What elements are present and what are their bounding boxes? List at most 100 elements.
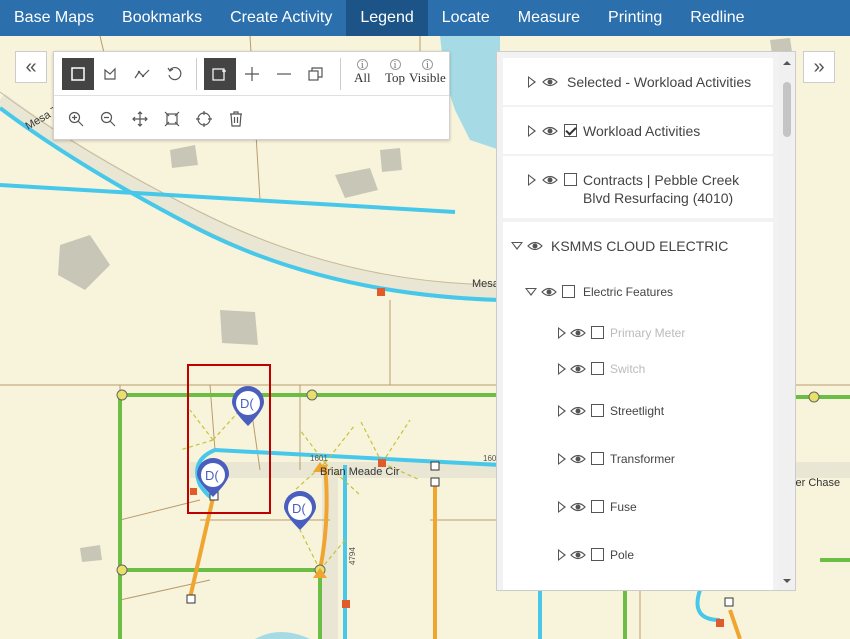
layer-checkbox[interactable] <box>591 326 604 339</box>
layer-checkbox[interactable] <box>564 173 577 186</box>
layer-checkbox[interactable] <box>591 500 604 513</box>
pan-button[interactable] <box>124 103 156 135</box>
legend-item-label: Primary Meter <box>610 326 686 340</box>
nav-legend[interactable]: Legend <box>346 0 428 36</box>
visibility-eye-icon[interactable] <box>527 240 543 252</box>
select-rectangle-button[interactable] <box>62 58 94 90</box>
info-icon: i <box>389 59 401 71</box>
visibility-eye-icon[interactable] <box>542 174 558 186</box>
visibility-eye-icon[interactable] <box>570 453 586 465</box>
minus-icon <box>277 73 291 75</box>
select-polyline-button[interactable] <box>126 58 158 90</box>
activity-marker[interactable]: D( <box>197 458 229 497</box>
activity-marker[interactable]: D( <box>284 491 316 530</box>
expand-icon[interactable] <box>558 453 566 465</box>
undo-button[interactable] <box>158 58 190 90</box>
expand-icon[interactable] <box>528 125 536 137</box>
selection-box[interactable] <box>187 364 271 514</box>
info-visible-label: Visible <box>409 70 446 85</box>
layer-checkbox[interactable] <box>564 124 577 137</box>
locate-button[interactable] <box>188 103 220 135</box>
info-visible-button[interactable]: i Visible <box>409 59 446 86</box>
legend-item-label: Switch <box>610 362 646 376</box>
expand-icon[interactable] <box>558 363 566 375</box>
legend-layer-label: Contracts | Pebble Creek Blvd Resurfacin… <box>583 172 740 206</box>
collapse-right-button[interactable]: » <box>803 51 835 83</box>
legend-item: Transformer <box>558 450 675 468</box>
expand-icon[interactable] <box>528 76 536 88</box>
zoom-out-button[interactable] <box>92 103 124 135</box>
visibility-eye-icon[interactable] <box>541 286 557 298</box>
full-extent-button[interactable] <box>156 103 188 135</box>
legend-item: Pole <box>558 546 634 564</box>
expand-icon[interactable] <box>558 549 566 561</box>
legend-scrollbar[interactable] <box>779 52 795 590</box>
collapse-icon[interactable] <box>511 242 523 250</box>
legend-layer-label: Workload Activities <box>583 123 701 139</box>
zoom-in-button[interactable] <box>60 103 92 135</box>
nav-redline[interactable]: Redline <box>676 0 758 36</box>
scroll-down-icon[interactable] <box>779 576 795 586</box>
collapse-icon[interactable] <box>525 288 537 296</box>
pan-icon <box>132 111 148 127</box>
info-top-button[interactable]: i Top <box>385 59 405 86</box>
visibility-eye-icon[interactable] <box>570 363 586 375</box>
full-extent-icon <box>164 111 180 127</box>
collapse-left-button[interactable]: « <box>15 51 47 83</box>
visibility-eye-icon[interactable] <box>570 501 586 513</box>
plus-icon <box>245 67 259 81</box>
add-selection-icon <box>212 68 226 81</box>
layer-checkbox[interactable] <box>591 404 604 417</box>
legend-panel[interactable]: Selected - Workload Activities Workload … <box>496 51 796 591</box>
top-nav: Base Maps Bookmarks Create Activity Lege… <box>0 0 850 36</box>
zoom-in-icon <box>68 111 84 127</box>
parcel-number: 4794 <box>348 547 357 565</box>
activity-marker[interactable]: D( <box>232 386 264 426</box>
remove-from-selection-button[interactable] <box>268 58 300 90</box>
legend-item: Primary Meter <box>558 324 685 342</box>
visibility-eye-icon[interactable] <box>542 76 558 88</box>
expand-icon[interactable] <box>558 501 566 513</box>
nav-measure[interactable]: Measure <box>504 0 594 36</box>
marker-label: D( <box>240 396 254 411</box>
scroll-thumb[interactable] <box>783 82 791 137</box>
legend-layer-contracts: Contracts | Pebble Creek Blvd Resurfacin… <box>503 156 773 218</box>
locate-icon <box>196 111 212 127</box>
legend-item: Fuse <box>558 498 637 516</box>
toolbar-row-select: i All i Top i Visible <box>54 52 449 96</box>
info-all-button[interactable]: i All <box>354 59 371 86</box>
street-label-river-chase: ver Chase <box>790 477 840 489</box>
scroll-up-icon[interactable] <box>779 58 795 68</box>
layer-checkbox[interactable] <box>591 362 604 375</box>
water-body <box>255 632 310 639</box>
nav-printing[interactable]: Printing <box>594 0 676 36</box>
layer-checkbox[interactable] <box>562 285 575 298</box>
marker-label: D( <box>292 501 306 516</box>
visibility-eye-icon[interactable] <box>570 327 586 339</box>
nav-bookmarks[interactable]: Bookmarks <box>108 0 216 36</box>
expand-icon[interactable] <box>558 327 566 339</box>
layers-button[interactable] <box>300 58 332 90</box>
legend-item: Streetlight <box>558 402 664 420</box>
marker-label: D( <box>205 468 219 483</box>
add-selection-button[interactable] <box>204 58 236 90</box>
layer-checkbox[interactable] <box>591 548 604 561</box>
select-polygon-button[interactable] <box>94 58 126 90</box>
legend-item-label: Streetlight <box>610 404 665 418</box>
layer-checkbox[interactable] <box>591 452 604 465</box>
nav-create-activity[interactable]: Create Activity <box>216 0 346 36</box>
expand-icon[interactable] <box>528 174 536 186</box>
toolbar-divider <box>340 58 341 90</box>
nav-base-maps[interactable]: Base Maps <box>0 0 108 36</box>
nav-locate[interactable]: Locate <box>428 0 504 36</box>
add-to-selection-button[interactable] <box>236 58 268 90</box>
clear-button[interactable] <box>220 103 252 135</box>
legend-group-ksmms: KSMMS CLOUD ELECTRIC Electric Features P… <box>503 222 773 590</box>
visibility-eye-icon[interactable] <box>542 125 558 137</box>
select-polygon-icon <box>104 67 116 80</box>
visibility-eye-icon[interactable] <box>570 549 586 561</box>
legend-item: Switch <box>558 360 645 378</box>
expand-icon[interactable] <box>558 405 566 417</box>
legend-item-label: Fuse <box>610 500 637 514</box>
visibility-eye-icon[interactable] <box>570 405 586 417</box>
